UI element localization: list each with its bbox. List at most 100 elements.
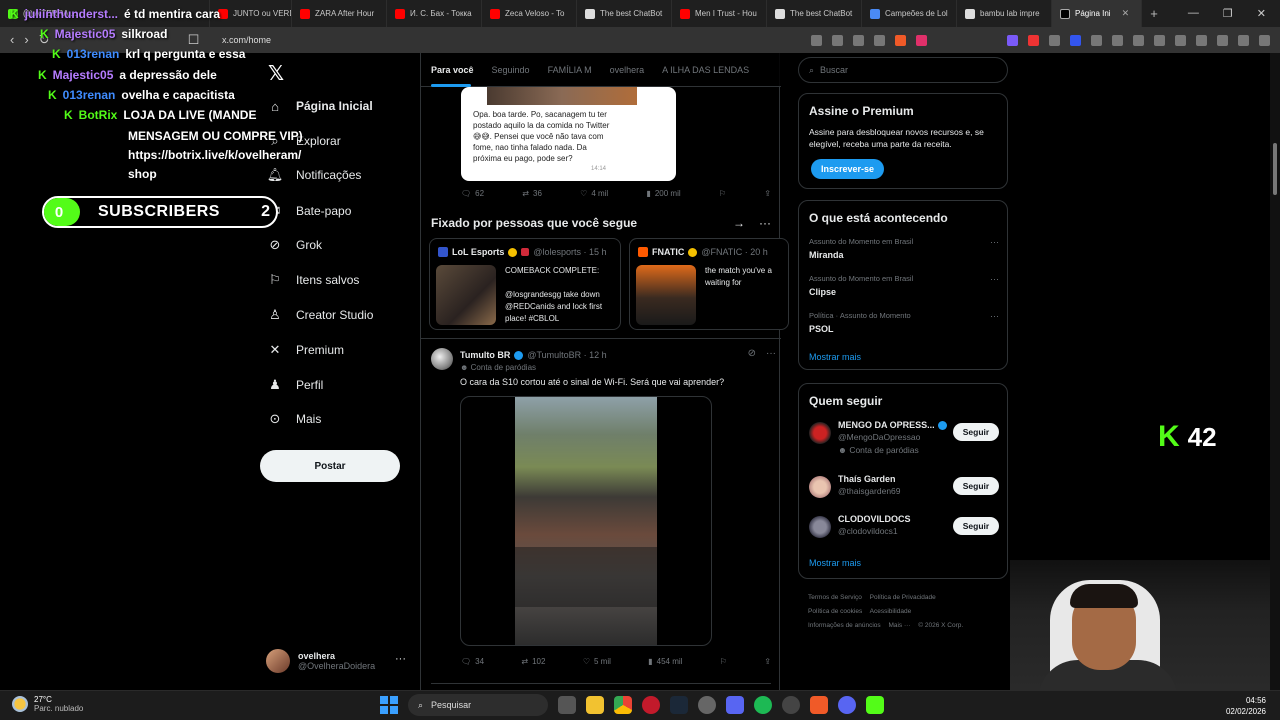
nav-creator-studio[interactable]: ♙ Creator Studio [268, 307, 373, 322]
bookmark-button[interactable]: ⚐ [719, 189, 726, 198]
app-icon[interactable] [782, 696, 800, 714]
show-more-link[interactable]: Mostrar mais [809, 352, 861, 362]
follow-suggestion[interactable]: Thaís Garden @thaisgarden69 Seguir [809, 474, 999, 508]
tweet-video[interactable] [460, 396, 712, 646]
brave-rewards-icon[interactable] [916, 34, 927, 46]
pinned-card[interactable]: FNATIC @FNATIC · 20 h the match you've a… [629, 238, 789, 330]
footer-link[interactable]: Política de Privacidade [870, 594, 936, 601]
browser-tab[interactable]: The best ChatBot [767, 0, 862, 27]
music-icon[interactable] [1154, 34, 1165, 46]
like-button[interactable]: ♡ 5 mil [583, 657, 611, 666]
menu-icon[interactable] [1259, 34, 1270, 46]
browser-tab[interactable]: Men I Trust - Hou [672, 0, 767, 27]
close-tab-icon[interactable]: ✕ [1122, 8, 1130, 19]
trend-item[interactable]: Política · Assunto do Momento PSOL ··· [809, 311, 999, 334]
tweet-image-chat-screenshot[interactable]: Opa. boa tarde. Po, sacanagem tu ter pos… [461, 87, 676, 181]
more-dots-icon[interactable]: ··· [766, 348, 776, 359]
weather-widget[interactable]: 27°C Parc. nublado [12, 695, 83, 713]
tab-for-you[interactable]: Para você [431, 65, 474, 87]
footer-link[interactable]: Política de cookies [808, 608, 862, 615]
account-switcher[interactable]: ovelhera @OvelheraDoidera ··· [266, 647, 416, 675]
browser-tab[interactable]: Campeões de Lol [862, 0, 957, 27]
new-tab-button[interactable]: + [1142, 6, 1166, 21]
system-clock[interactable]: 04:56 02/02/2026 [1226, 695, 1266, 717]
nav-profile[interactable]: ♟ Perfil [268, 377, 323, 392]
chrome-icon[interactable] [614, 696, 632, 714]
nav-bookmarks[interactable]: ⚐ Itens salvos [268, 272, 359, 287]
task-view-icon[interactable] [558, 696, 576, 714]
vpn-icon[interactable] [1238, 34, 1249, 46]
video-player[interactable] [515, 397, 657, 645]
windows-start-icon[interactable] [380, 696, 398, 714]
opera-icon[interactable] [642, 696, 660, 714]
nav-grok[interactable]: ⊘ Grok [268, 237, 322, 252]
cast-icon[interactable] [832, 34, 843, 46]
maximize-icon[interactable]: ❐ [1223, 7, 1233, 20]
repost-button[interactable]: ⇄ 102 [521, 657, 545, 666]
file-explorer-icon[interactable] [586, 696, 604, 714]
scrollbar-thumb[interactable] [1273, 143, 1277, 195]
post-button[interactable]: Postar [260, 450, 400, 482]
extension-icon[interactable] [1070, 34, 1081, 46]
zoom-icon[interactable] [811, 34, 822, 46]
like-button[interactable]: ♡ 4 mil [580, 189, 608, 198]
extension-icon[interactable] [1007, 34, 1018, 46]
puzzle-icon[interactable] [1112, 34, 1123, 46]
footer-link[interactable]: Informações de anúncios [808, 622, 881, 629]
reply-button[interactable]: 🗨︎ 34 [461, 657, 484, 666]
avatar[interactable] [431, 348, 453, 370]
pinned-card[interactable]: LoL Esports @lolesports · 15 h COMEBACK … [429, 238, 621, 330]
tab-list[interactable]: FAMÍLIA M [548, 65, 592, 75]
more-dots-icon[interactable]: ··· [395, 653, 406, 665]
views-button[interactable]: ▮ 200 mil [646, 189, 680, 198]
extension-icon[interactable] [1049, 34, 1060, 46]
nav-chat[interactable]: ✉Bate-papo [268, 203, 352, 218]
show-more-link[interactable]: Mostrar mais [809, 558, 861, 568]
nav-premium[interactable]: ✕ Premium [268, 342, 344, 357]
brave-icon[interactable] [810, 696, 828, 714]
browser-tab[interactable]: The best ChatBot [577, 0, 672, 27]
tab-list[interactable]: ovelhera [610, 65, 645, 75]
bookmark-button[interactable]: ⚐ [720, 657, 727, 666]
extension-icon[interactable] [1091, 34, 1102, 46]
grok-icon[interactable]: ⊘ [748, 348, 756, 359]
trend-item[interactable]: Assunto do Momento em Brasil Miranda ··· [809, 237, 999, 260]
follow-suggestion[interactable]: MENGO DA OPRESS... @MengoDaOpressao ☻ Co… [809, 420, 999, 455]
footer-link[interactable]: Mais ··· [888, 622, 910, 629]
share-button[interactable]: ⇪ [764, 657, 771, 666]
browser-tab[interactable]: Zeca Veloso - To [482, 0, 577, 27]
sidebar-icon[interactable] [1175, 34, 1186, 46]
tweet-author-handle[interactable]: @TumultoBR · 12 h [527, 350, 606, 360]
views-button[interactable]: ▮ 454 mil [648, 657, 682, 666]
kick-app-icon[interactable] [866, 696, 884, 714]
footer-link[interactable]: Acessibilidade [870, 608, 912, 615]
close-window-icon[interactable]: ✕ [1257, 7, 1266, 20]
search-input[interactable]: ⌕ Buscar [798, 57, 1008, 83]
follow-button[interactable]: Seguir [953, 477, 999, 495]
more-dots-icon[interactable]: ··· [759, 216, 771, 230]
app-icon[interactable] [698, 696, 716, 714]
reply-button[interactable]: 🗨︎ 62 [461, 189, 484, 198]
tab-list[interactable]: A ILHA DAS LENDAS [662, 65, 749, 75]
browser-tab-active[interactable]: Página Ini ✕ [1052, 0, 1142, 27]
repost-button[interactable]: ⇄ 36 [522, 189, 542, 198]
page-scrollbar[interactable] [1270, 53, 1280, 690]
more-dots-icon[interactable]: ··· [990, 237, 999, 247]
more-dots-icon[interactable]: ··· [990, 311, 999, 321]
subscribe-button[interactable]: Inscrever-se [811, 159, 885, 179]
screenshot-icon[interactable] [1133, 34, 1144, 46]
wallet-icon[interactable] [1196, 34, 1207, 46]
follow-button[interactable]: Seguir [953, 517, 999, 535]
follow-button[interactable]: Seguir [953, 423, 999, 441]
ai-icon[interactable] [1217, 34, 1228, 46]
nav-more[interactable]: ⊙ Mais [268, 411, 322, 426]
browser-tab[interactable]: И. С. Бах - Токка [387, 0, 482, 27]
footer-link[interactable]: Termos de Serviço [808, 594, 862, 601]
arrow-right-icon[interactable]: → [733, 216, 745, 230]
trend-item[interactable]: Assunto do Momento em Brasil Clipse ··· [809, 274, 999, 297]
brave-shield-icon[interactable] [895, 34, 906, 46]
extension-icon[interactable] [1028, 34, 1039, 46]
steam-icon[interactable] [670, 696, 688, 714]
more-dots-icon[interactable]: ··· [990, 274, 999, 284]
share-button[interactable]: ⇪ [764, 189, 771, 198]
